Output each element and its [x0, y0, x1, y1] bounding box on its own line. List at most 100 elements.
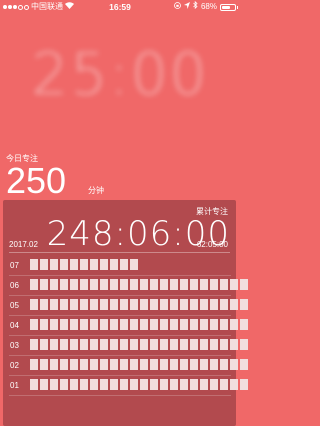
- focus-session-cell: [170, 299, 178, 310]
- focus-session-cell: [150, 339, 158, 350]
- focus-session-cell: [60, 299, 68, 310]
- focus-session-cell: [140, 359, 148, 370]
- day-row[interactable]: 03: [9, 336, 248, 356]
- focus-session-cell: [70, 359, 78, 370]
- focus-session-cell: [190, 299, 198, 310]
- focus-session-cell: [160, 299, 168, 310]
- day-row[interactable]: 05: [9, 296, 248, 316]
- focus-session-cell: [50, 259, 58, 270]
- day-row-label: 01: [10, 381, 19, 390]
- focus-session-cell: [140, 379, 148, 390]
- focus-session-cell: [110, 319, 118, 330]
- focus-session-cell: [30, 259, 38, 270]
- focus-session-cell: [120, 359, 128, 370]
- focus-session-cell: [70, 319, 78, 330]
- focus-session-cell: [70, 379, 78, 390]
- focus-session-cell: [120, 319, 128, 330]
- focus-session-cell: [170, 279, 178, 290]
- day-row[interactable]: 02: [9, 356, 248, 376]
- focus-session-cell: [210, 299, 218, 310]
- focus-session-cell: [50, 319, 58, 330]
- focus-session-cell: [180, 339, 188, 350]
- focus-session-cell: [110, 339, 118, 350]
- focus-session-cell: [200, 379, 208, 390]
- focus-session-cell: [110, 379, 118, 390]
- focus-session-cell: [220, 339, 228, 350]
- focus-session-cell: [130, 319, 138, 330]
- focus-session-cell: [80, 379, 88, 390]
- focus-session-cell: [110, 259, 118, 270]
- focus-cells: [30, 279, 248, 290]
- focus-session-cell: [210, 279, 218, 290]
- focus-session-cell: [190, 379, 198, 390]
- focus-session-cell: [120, 259, 128, 270]
- focus-session-cell: [30, 339, 38, 350]
- bluetooth-icon: [193, 0, 198, 14]
- focus-session-cell: [170, 379, 178, 390]
- focus-cells: [30, 299, 248, 310]
- focus-session-cell: [40, 299, 48, 310]
- focus-session-cell: [80, 279, 88, 290]
- day-row-label: 06: [10, 281, 19, 290]
- focus-session-cell: [180, 379, 188, 390]
- focus-session-cell: [60, 339, 68, 350]
- focus-session-cell: [140, 279, 148, 290]
- focus-session-cell: [230, 339, 238, 350]
- focus-session-cell: [80, 259, 88, 270]
- focus-session-cell: [30, 319, 38, 330]
- focus-session-cell: [150, 319, 158, 330]
- focus-session-cell: [100, 359, 108, 370]
- focus-session-cell: [200, 339, 208, 350]
- today-focus-unit: 分钟: [88, 186, 104, 195]
- focus-session-cell: [190, 359, 198, 370]
- day-row[interactable]: 07: [9, 256, 231, 276]
- focus-session-cell: [60, 279, 68, 290]
- focus-session-cell: [230, 299, 238, 310]
- month-label: 2017.02: [9, 240, 38, 249]
- focus-session-cell: [240, 339, 248, 350]
- focus-session-cell: [160, 279, 168, 290]
- battery-percent: 68%: [200, 2, 217, 11]
- focus-session-cell: [60, 259, 68, 270]
- focus-session-cell: [120, 339, 128, 350]
- focus-session-cell: [130, 259, 138, 270]
- focus-session-cell: [130, 359, 138, 370]
- focus-session-cell: [120, 299, 128, 310]
- focus-session-cell: [140, 299, 148, 310]
- focus-session-cell: [230, 379, 238, 390]
- focus-session-cell: [220, 379, 228, 390]
- focus-session-cell: [110, 359, 118, 370]
- day-row[interactable]: 01: [9, 376, 248, 396]
- focus-session-cell: [100, 259, 108, 270]
- focus-session-cell: [220, 299, 228, 310]
- focus-cells: [30, 319, 248, 330]
- focus-session-cell: [30, 279, 38, 290]
- focus-session-cell: [40, 279, 48, 290]
- focus-session-cell: [30, 379, 38, 390]
- focus-session-cell: [50, 359, 58, 370]
- focus-session-cell: [140, 319, 148, 330]
- focus-cells: [30, 359, 248, 370]
- focus-session-cell: [90, 299, 98, 310]
- focus-cells: [30, 379, 248, 390]
- focus-session-cell: [100, 299, 108, 310]
- focus-session-cell: [90, 319, 98, 330]
- focus-session-cell: [110, 299, 118, 310]
- focus-session-cell: [210, 359, 218, 370]
- focus-session-cell: [180, 319, 188, 330]
- focus-session-cell: [120, 379, 128, 390]
- focus-session-cell: [240, 279, 248, 290]
- focus-session-cell: [40, 359, 48, 370]
- timer-display[interactable]: 25:00: [0, 40, 240, 108]
- focus-session-cell: [180, 359, 188, 370]
- focus-session-cell: [210, 319, 218, 330]
- focus-session-cell: [70, 339, 78, 350]
- focus-session-cell: [30, 299, 38, 310]
- focus-cells: [30, 339, 248, 350]
- focus-session-cell: [100, 319, 108, 330]
- focus-session-cell: [100, 379, 108, 390]
- focus-session-cell: [200, 319, 208, 330]
- focus-session-cell: [90, 259, 98, 270]
- day-row[interactable]: 04: [9, 316, 248, 336]
- day-row[interactable]: 06: [9, 276, 248, 296]
